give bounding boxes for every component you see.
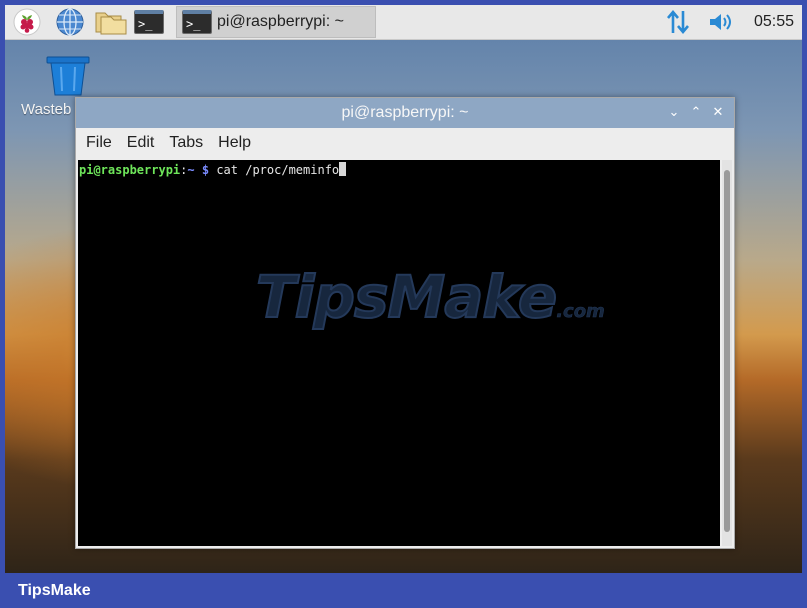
prompt-user: pi@raspberrypi [79, 163, 181, 177]
maximize-button[interactable]: ⌃ [688, 104, 704, 120]
network-updown-icon[interactable] [666, 9, 690, 35]
raspberry-icon [13, 8, 41, 36]
folder-icon [95, 12, 127, 35]
system-tray: 05:55 [666, 5, 794, 39]
footer-band: TipsMake [0, 573, 807, 608]
file-manager-button[interactable] [93, 7, 129, 37]
watermark-brand: TipsMake [255, 262, 558, 332]
footer-brand: TipsMake [18, 582, 91, 599]
window-title: pi@raspberrypi: ~ [341, 104, 469, 121]
taskbar-window-label: pi@raspberrypi: ~ [217, 13, 344, 30]
typed-command: cat /proc/meminfo [216, 163, 340, 177]
terminal-icon: >_ [134, 10, 164, 34]
menu-file[interactable]: File [86, 134, 112, 152]
menu-tabs[interactable]: Tabs [169, 134, 203, 152]
web-browser-button[interactable] [53, 7, 87, 37]
top-panel: >_ >_ pi@raspberrypi: ~ 05:55 [5, 5, 802, 40]
trash-icon [46, 56, 90, 96]
minimize-button[interactable]: ⌄ [666, 104, 682, 120]
raspberry-menu-button[interactable] [11, 7, 43, 37]
taskbar-window-button[interactable]: >_ pi@raspberrypi: ~ [176, 6, 376, 38]
desktop-screen: >_ >_ pi@raspberrypi: ~ 05:55 Wasteb pi@… [5, 5, 802, 573]
prompt-path: ~ [187, 163, 195, 177]
terminal-icon: >_ [182, 10, 212, 34]
menu-help[interactable]: Help [218, 134, 251, 152]
terminal-command-line: pi@raspberrypi:~ $ cat /proc/meminfo [79, 162, 347, 177]
speaker-icon[interactable] [708, 11, 736, 33]
terminal-window: pi@raspberrypi: ~ ⌄ ⌃ ✕ File Edit Tabs H… [75, 97, 735, 549]
menu-edit[interactable]: Edit [127, 134, 155, 152]
scrollbar-thumb[interactable] [724, 170, 730, 532]
globe-icon [56, 8, 84, 36]
window-titlebar[interactable]: pi@raspberrypi: ~ ⌄ ⌃ ✕ [76, 98, 734, 128]
close-button[interactable]: ✕ [710, 104, 726, 120]
watermark-logo: TipsMake.com [255, 262, 605, 332]
terminal-scrollbar[interactable] [722, 160, 732, 546]
prompt-dollar: $ [201, 163, 210, 177]
desktop-icon-label: Wasteb [21, 101, 72, 118]
terminal-launcher-button[interactable]: >_ [133, 7, 165, 37]
watermark-suffix: .com [556, 301, 605, 323]
menu-bar: File Edit Tabs Help [76, 128, 734, 158]
clock[interactable]: 05:55 [754, 13, 794, 31]
terminal-output[interactable]: pi@raspberrypi:~ $ cat /proc/meminfo Tip… [78, 160, 720, 546]
text-cursor [339, 162, 347, 176]
